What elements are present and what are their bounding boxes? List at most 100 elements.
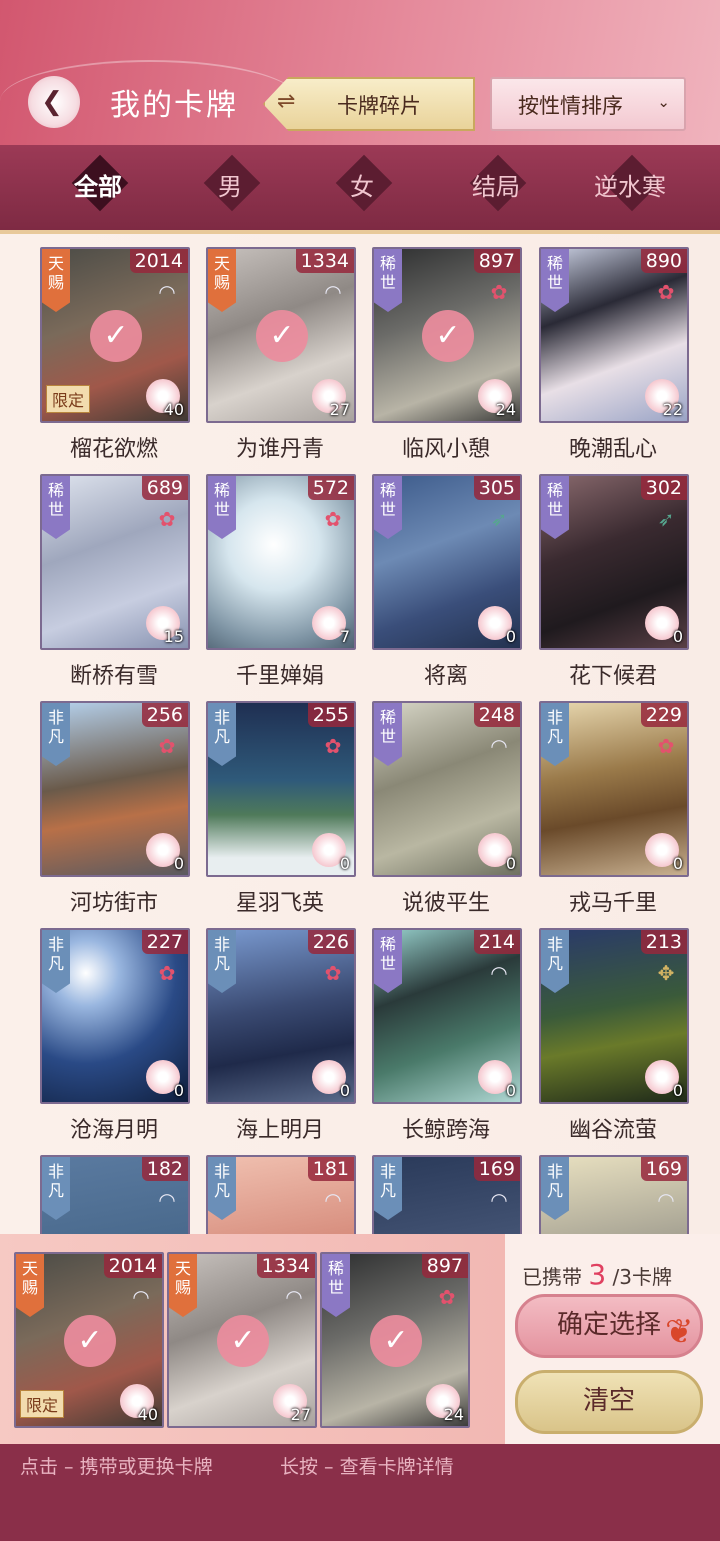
fan-emblem-icon: ◠ xyxy=(158,1188,176,1212)
rarity-badge: 稀世 xyxy=(374,249,402,312)
card[interactable]: 稀世 302 ➶ 0 xyxy=(539,474,689,650)
selected-check-icon: ✓ xyxy=(217,1315,269,1367)
carry-count: 已携带 3 /3卡牌 xyxy=(522,1258,672,1291)
card-name: 千里婵娟 xyxy=(235,664,324,689)
sort-dropdown[interactable]: 按性情排序 ⌄ xyxy=(490,77,686,131)
card-power: 181 xyxy=(307,1157,354,1181)
card[interactable]: 非凡 227 ✿ 0 xyxy=(40,928,190,1104)
card-name: 海上明月 xyxy=(235,1118,324,1143)
rarity-badge: 稀世 xyxy=(208,476,236,539)
carry-number: 3 xyxy=(588,1258,607,1291)
tap-hint: 点击 – 携带或更换卡牌 xyxy=(20,1456,213,1478)
card[interactable]: 非凡 213 ✥ 0 xyxy=(539,928,689,1104)
card[interactable]: 稀世 897 ✿ ✓ 24 xyxy=(372,247,522,423)
card[interactable]: 非凡 169 ◠ xyxy=(539,1155,689,1234)
page-title: 我的卡牌 xyxy=(110,88,238,123)
card-power: 226 xyxy=(307,930,354,954)
rarity-badge: 稀世 xyxy=(322,1254,350,1317)
card-level: 27 xyxy=(329,400,350,419)
back-button[interactable]: ❮ xyxy=(28,76,80,128)
card-name: 榴花欲燃 xyxy=(69,437,158,462)
card[interactable]: 非凡 169 ◠ xyxy=(372,1155,522,1234)
filter-tab-0[interactable]: 全部 xyxy=(58,154,138,212)
card[interactable]: 稀世 572 ✿ 7 xyxy=(206,474,356,650)
card-level: 27 xyxy=(290,1405,311,1424)
rarity-badge: 非凡 xyxy=(541,930,569,993)
card[interactable]: 稀世 214 ◠ 0 xyxy=(372,928,522,1104)
card-level: 0 xyxy=(672,854,683,873)
filter-tab-2[interactable]: 女 xyxy=(322,154,402,212)
selected-check-icon: ✓ xyxy=(370,1315,422,1367)
selected-check-icon: ✓ xyxy=(256,310,308,362)
rarity-badge: 稀世 xyxy=(374,476,402,539)
card-power: 897 xyxy=(473,249,520,273)
card[interactable]: 天赐 1334 ◠ ✓ 27 xyxy=(167,1252,317,1428)
flower-emblem-icon: ✿ xyxy=(158,734,176,758)
card-level: 22 xyxy=(662,400,683,419)
card[interactable]: 非凡 256 ✿ 0 xyxy=(40,701,190,877)
rarity-badge: 非凡 xyxy=(208,1157,236,1220)
card-name: 临风小憩 xyxy=(401,437,490,462)
carried-cards-tray: 天赐 2014 ◠ ✓ 限定 40 天赐 1334 ◠ ✓ 27 稀世 897 ✿ ✓ 24 xyxy=(0,1234,505,1444)
limited-badge: 限定 xyxy=(20,1390,65,1418)
card-name: 戎马千里 xyxy=(568,891,657,916)
rarity-badge: 天赐 xyxy=(42,249,70,312)
card[interactable]: 天赐 1334 ◠ ✓ 27 xyxy=(206,247,356,423)
rarity-badge: 稀世 xyxy=(541,249,569,312)
card-name: 为谁丹青 xyxy=(235,437,324,462)
rarity-badge: 稀世 xyxy=(541,476,569,539)
card[interactable]: 稀世 689 ✿ 15 xyxy=(40,474,190,650)
card-name: 将离 xyxy=(423,664,468,689)
card[interactable]: 稀世 248 ◠ 0 xyxy=(372,701,522,877)
card[interactable]: 稀世 897 ✿ ✓ 24 xyxy=(320,1252,470,1428)
card-power: 169 xyxy=(640,1157,687,1181)
card-level: 15 xyxy=(163,627,184,646)
flower-emblem-icon: ✿ xyxy=(324,961,342,985)
rarity-badge: 非凡 xyxy=(541,1157,569,1220)
fan-emblem-icon: ◠ xyxy=(490,734,508,758)
filter-tab-4[interactable]: 逆水寒 xyxy=(590,154,670,212)
card-name: 晚潮乱心 xyxy=(568,437,657,462)
card[interactable]: 非凡 181 ◠ xyxy=(206,1155,356,1234)
rarity-badge: 稀世 xyxy=(374,703,402,766)
selected-check-icon: ✓ xyxy=(90,310,142,362)
flower-emblem-icon: ✿ xyxy=(158,507,176,531)
clear-button[interactable]: 清空 xyxy=(515,1370,703,1434)
card[interactable]: 稀世 305 ➶ 0 xyxy=(372,474,522,650)
card-level: 0 xyxy=(672,627,683,646)
card[interactable]: 非凡 229 ✿ 0 xyxy=(539,701,689,877)
flower-emblem-icon: ✿ xyxy=(324,507,342,531)
card-level: 40 xyxy=(137,1405,158,1424)
bow-emblem-icon: ➶ xyxy=(490,507,508,531)
rarity-badge: 非凡 xyxy=(541,703,569,766)
card-power: 2014 xyxy=(129,249,188,273)
card-grid: 天赐 2014 ◠ ✓ 限定 40 榴花欲燃 天赐 1334 ◠ ✓ 27 为谁丹青 稀世 897 ✿ ✓ 24 临… xyxy=(0,234,720,1234)
card[interactable]: 非凡 255 ✿ 0 xyxy=(206,701,356,877)
card-name: 河坊街市 xyxy=(69,891,158,916)
flower-emblem-icon: ✿ xyxy=(657,734,675,758)
fan-emblem-icon: ◠ xyxy=(490,961,508,985)
card-fragments-button[interactable]: ⇌ 卡牌碎片 xyxy=(263,77,475,131)
card[interactable]: 稀世 890 ✿ 22 xyxy=(539,247,689,423)
back-arrow-icon: ❮ xyxy=(41,87,63,117)
card[interactable]: 天赐 2014 ◠ ✓ 限定 40 xyxy=(14,1252,164,1428)
rarity-badge: 非凡 xyxy=(208,703,236,766)
filter-tab-3[interactable]: 结局 xyxy=(456,154,536,212)
card[interactable]: 天赐 2014 ◠ ✓ 限定 40 xyxy=(40,247,190,423)
card-power: 890 xyxy=(640,249,687,273)
fan-emblem-icon: ◠ xyxy=(132,1285,150,1309)
card-power: 229 xyxy=(640,703,687,727)
card[interactable]: 非凡 182 ◠ xyxy=(40,1155,190,1234)
filter-tab-label: 全部 xyxy=(74,172,122,201)
filter-tab-1[interactable]: 男 xyxy=(190,154,270,212)
card-name: 断桥有雪 xyxy=(69,664,158,689)
card-power: 1334 xyxy=(295,249,354,273)
card-name: 星羽飞英 xyxy=(235,891,324,916)
gold-emblem-icon: ✥ xyxy=(657,961,675,985)
card[interactable]: 非凡 226 ✿ 0 xyxy=(206,928,356,1104)
card-level: 0 xyxy=(505,627,516,646)
filter-tab-label: 男 xyxy=(218,173,242,201)
card-power: 169 xyxy=(473,1157,520,1181)
card-name: 沧海月明 xyxy=(69,1118,158,1143)
chevron-down-icon: ⌄ xyxy=(657,93,670,111)
